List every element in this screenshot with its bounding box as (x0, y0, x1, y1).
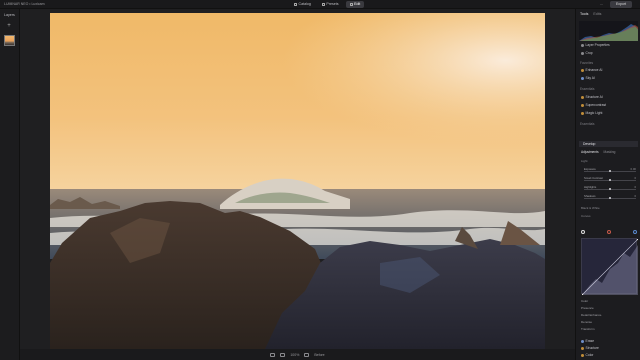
enhance-ai-item[interactable]: Enhance AI (581, 68, 602, 72)
curve-channel-blue[interactable] (633, 230, 637, 234)
structure-ai-label: Structure AI (585, 95, 603, 99)
curves-label[interactable]: Curves (581, 214, 591, 218)
light-group-label: Light (581, 159, 588, 163)
histogram (579, 21, 638, 41)
undo-icon[interactable] (304, 352, 310, 357)
curves-graph[interactable] (580, 237, 640, 297)
essentials2-section: Essentials (580, 122, 595, 126)
transform-item[interactable]: Transform (581, 327, 595, 331)
tab-presets-label: Presets (326, 2, 339, 6)
structure-item[interactable]: Structure (581, 346, 599, 350)
tab-edits[interactable]: Edits (593, 12, 601, 16)
color-tool-item[interactable]: Color (581, 353, 593, 357)
color-item[interactable]: Color (581, 299, 588, 303)
erase-label: Erase (585, 339, 595, 343)
top-bar: LUMINAR NEO • Luxicam Catalog Presets Ed… (0, 0, 640, 9)
tab-presets[interactable]: Presets (318, 1, 343, 8)
zoom-level[interactable]: 100% (290, 353, 299, 357)
tab-catalog[interactable]: Catalog (290, 1, 315, 8)
magic-light-label: Magic Light (585, 111, 603, 115)
edit-icon (349, 3, 353, 6)
presence-item[interactable]: Presence (581, 306, 594, 310)
supercontrast-item[interactable]: Supercontrast (581, 103, 606, 107)
crop-label: Crop (585, 51, 593, 55)
curve-channel-selector (581, 230, 637, 236)
before-toggle[interactable]: Before (314, 353, 324, 357)
layer-properties-item[interactable]: Layer Properties (581, 43, 610, 47)
panel-tabs: Tools Edits (580, 12, 601, 16)
magic-light-icon (581, 111, 584, 115)
enhance-ai-label: Enhance AI (585, 68, 603, 72)
color-tool-icon (581, 353, 584, 357)
enhance-ai-icon (581, 68, 584, 72)
tab-catalog-label: Catalog (298, 2, 311, 6)
curve-channel-red[interactable] (607, 230, 611, 234)
histogram-graph (579, 24, 638, 41)
crop-icon (581, 51, 584, 55)
tools-panel: Tools Edits Layer Properties Crop Favori… (575, 9, 640, 360)
exposure-slider[interactable]: Exposure 0.00 (584, 167, 636, 173)
erase-item[interactable]: Erase (581, 339, 594, 343)
crop-item[interactable]: Crop (581, 51, 593, 55)
compare-icon[interactable] (280, 352, 286, 357)
favorites-section: Favorites (580, 61, 594, 65)
structure-label: Structure (585, 346, 599, 350)
essentials-section: Essentials (580, 87, 595, 91)
develop-header[interactable]: Develop (579, 141, 638, 147)
supercontrast-icon (581, 103, 584, 107)
sky-ai-icon (581, 76, 584, 80)
presets-icon (321, 3, 325, 6)
sky-ai-label: Sky AI (585, 76, 595, 80)
catalog-icon (294, 3, 297, 6)
top-right-controls: ... Export (597, 1, 632, 8)
highlights-slider[interactable]: Highlights 0 (584, 185, 636, 191)
tab-edit-label: Edit (354, 2, 361, 6)
color-tool-label: Color (585, 353, 594, 357)
bottom-toolbar: 100% Before (20, 349, 575, 360)
tab-tools[interactable]: Tools (580, 12, 588, 16)
smart-contrast-slider[interactable]: Smart Contrast 0 (584, 176, 636, 182)
layers-panel: Layers + (0, 9, 20, 360)
export-button[interactable]: Export (610, 1, 632, 8)
tab-adjustments[interactable]: Adjustments (581, 150, 599, 154)
layers-title: Layers (4, 13, 15, 17)
curves-plot (580, 237, 640, 297)
app-window: LUMINAR NEO • Luxicam Catalog Presets Ed… (0, 0, 640, 360)
structure-icon (581, 346, 584, 350)
magic-light-item[interactable]: Magic Light (581, 111, 602, 115)
erase-icon (581, 339, 584, 343)
add-layer-button[interactable]: + (6, 23, 12, 29)
mode-switcher: Catalog Presets Edit (290, 1, 365, 8)
layer-thumbnail[interactable] (4, 35, 15, 46)
layer-properties-label: Layer Properties (585, 43, 610, 47)
app-title: LUMINAR NEO • Luxicam (4, 2, 45, 6)
black-white-label[interactable]: Black & White (581, 206, 600, 210)
seascape-photo (50, 13, 545, 349)
supercontrast-label: Supercontrast (585, 103, 607, 107)
tab-masking[interactable]: Masking (604, 150, 616, 154)
develop-subtabs: Adjustments Masking (581, 150, 615, 154)
photo-preview[interactable] (50, 13, 545, 349)
tab-edit[interactable]: Edit (345, 1, 365, 8)
denoise-item[interactable]: Denoise (581, 320, 592, 324)
structure-ai-icon (581, 95, 584, 99)
more-button[interactable]: ... (597, 1, 606, 8)
shadows-slider[interactable]: Shadows 0 (584, 194, 636, 200)
image-canvas (20, 9, 575, 349)
layer-properties-icon (581, 43, 584, 47)
structure-ai-item[interactable]: Structure AI (581, 95, 603, 99)
sky-ai-item[interactable]: Sky AI (581, 76, 595, 80)
curve-channel-rgb[interactable] (581, 230, 585, 234)
view-icon[interactable] (270, 352, 276, 357)
detail-enhance-item[interactable]: Detail Enhance. (581, 313, 602, 317)
